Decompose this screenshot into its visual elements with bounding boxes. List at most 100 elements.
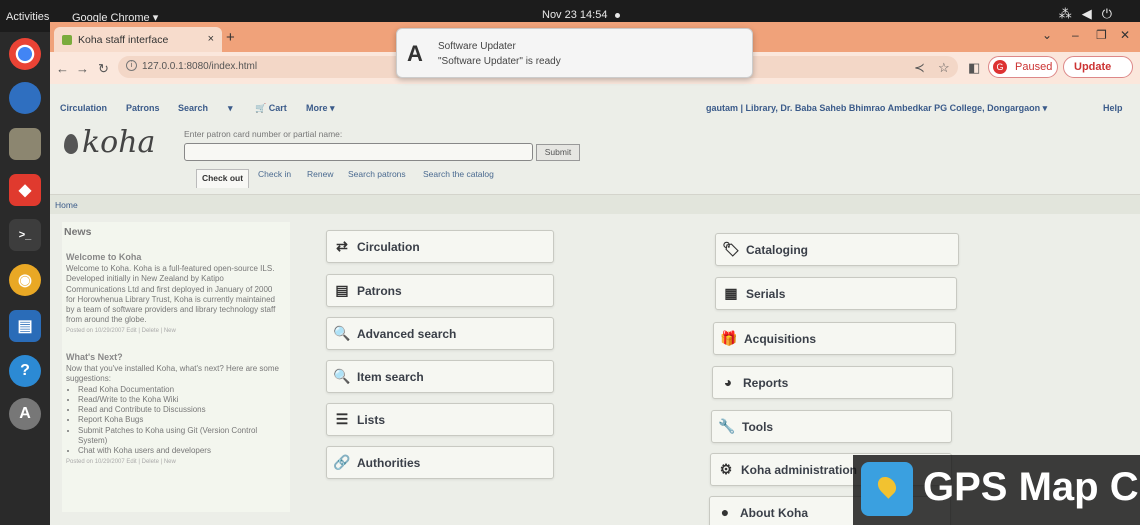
news-body: Welcome to Koha. Koha is a full-featured… xyxy=(66,264,276,325)
activities-button[interactable]: Activities xyxy=(6,11,49,23)
suggestion-list: Read Koha Documentation Read/Write to th… xyxy=(78,385,280,457)
module-label: Acquisitions xyxy=(744,332,817,346)
help-link[interactable]: Help xyxy=(1103,103,1123,113)
module-item-search[interactable]: 🔍 Item search xyxy=(326,360,554,393)
files-icon[interactable] xyxy=(9,128,41,160)
module-circulation[interactable]: ⇄ Circulation xyxy=(326,230,554,263)
clock[interactable]: Nov 23 14:54 xyxy=(542,9,621,21)
update-button[interactable]: Update xyxy=(1063,56,1133,78)
software-updater-icon[interactable]: A xyxy=(9,398,41,430)
tab-search-icon[interactable]: ⌄ xyxy=(1042,28,1052,42)
share-icon[interactable]: ≺ xyxy=(914,60,925,76)
module-serials[interactable]: ▦ Serials xyxy=(715,277,957,310)
news-panel: News Welcome to Koha Welcome to Koha. Ko… xyxy=(62,222,290,512)
minimize-icon[interactable]: – xyxy=(1072,28,1079,42)
side-panel-icon[interactable]: ◧ xyxy=(968,60,980,76)
wrench-icon: 🔧 xyxy=(718,418,736,434)
tab-check-out[interactable]: Check out xyxy=(196,169,249,188)
module-cataloging[interactable]: 🏷 Cataloging xyxy=(715,233,959,266)
chrome-icon[interactable] xyxy=(9,38,41,70)
tab-koha[interactable]: Koha staff interface × xyxy=(54,27,222,52)
gears-icon: ⚙ xyxy=(719,461,733,477)
news-title: Welcome to Koha xyxy=(66,252,142,262)
gift-icon: 🎁 xyxy=(720,330,738,346)
koha-logo[interactable]: koha xyxy=(64,125,155,160)
module-label: Advanced search xyxy=(357,327,457,341)
site-info-icon[interactable]: i xyxy=(126,60,137,71)
suggestion-link[interactable]: Read and Contribute to Discussions xyxy=(78,405,280,415)
suggestion-link[interactable]: Read Koha Documentation xyxy=(78,385,280,395)
reload-icon[interactable]: ↻ xyxy=(98,61,109,77)
module-label: Lists xyxy=(357,413,386,427)
suggestion-link[interactable]: Report Koha Bugs xyxy=(78,415,280,425)
nav-search[interactable]: Search xyxy=(178,103,208,113)
news-posted[interactable]: Posted on 10/29/2007 Edit | Delete | New xyxy=(66,459,280,465)
module-advanced-search[interactable]: 🔍 Advanced search xyxy=(326,317,554,350)
system-tray[interactable]: ⁂◀⏻ xyxy=(1059,6,1122,22)
nav-circulation[interactable]: Circulation xyxy=(60,103,107,113)
module-label: About Koha xyxy=(740,506,808,520)
module-label: Patrons xyxy=(357,284,402,298)
breadcrumb[interactable]: Home xyxy=(55,200,78,210)
module-lists[interactable]: ☰ Lists xyxy=(326,403,554,436)
tab-check-in[interactable]: Check in xyxy=(258,169,291,179)
software-updater-notification[interactable]: A Software Updater "Software Updater" is… xyxy=(396,28,753,78)
new-tab-button[interactable]: + xyxy=(226,29,235,46)
link-icon: 🔗 xyxy=(333,454,351,470)
chrome-window: Koha staff interface × + ⌄ – ❐ ✕ ← → ↻ i… xyxy=(50,22,1140,525)
forward-icon[interactable]: → xyxy=(76,61,89,76)
news-item: What's Next? Now that you've installed K… xyxy=(66,352,280,465)
search-icon: 🔍 xyxy=(333,325,351,341)
news-title: What's Next? xyxy=(66,352,123,362)
close-tab-icon[interactable]: × xyxy=(208,33,214,45)
module-label: Tools xyxy=(742,420,774,434)
patron-card-input[interactable] xyxy=(184,143,533,161)
nav-cart[interactable]: 🛒 Cart xyxy=(255,103,287,114)
restore-icon[interactable]: ❐ xyxy=(1096,28,1107,42)
dock: ◆ >_ ◉ ▤ ? A xyxy=(0,32,50,525)
koha-favicon-icon xyxy=(62,35,72,45)
power-icon: ⏻ xyxy=(1101,6,1122,21)
module-patrons[interactable]: ▤ Patrons xyxy=(326,274,554,307)
network-icon: ⁂ xyxy=(1058,6,1082,21)
tab-search-patrons[interactable]: Search patrons xyxy=(348,169,406,179)
module-acquisitions[interactable]: 🎁 Acquisitions xyxy=(713,322,956,355)
news-item: Welcome to Koha Welcome to Koha. Koha is… xyxy=(66,252,280,334)
help-icon[interactable]: ? xyxy=(9,355,41,387)
suggestion-link[interactable]: Chat with Koha users and developers xyxy=(78,446,280,456)
suggestion-link[interactable]: Read/Write to the Koha Wiki xyxy=(78,395,280,405)
pie-chart-icon: ◕ xyxy=(723,374,733,390)
profile-button[interactable]: G Paused xyxy=(988,56,1058,78)
tab-search-catalog[interactable]: Search the catalog xyxy=(423,169,494,179)
module-label: Circulation xyxy=(357,240,420,254)
nav-search-dropdown[interactable]: ▾ xyxy=(228,103,233,114)
module-authorities[interactable]: 🔗 Authorities xyxy=(326,446,554,479)
user-library-menu[interactable]: gautam | Library, Dr. Baba Saheb Bhimrao… xyxy=(706,103,1047,114)
module-tools[interactable]: 🔧 Tools xyxy=(711,410,952,443)
writer-icon[interactable]: ▤ xyxy=(9,310,41,342)
terminal-icon[interactable]: >_ xyxy=(9,219,41,251)
rhythmbox-icon[interactable]: ◉ xyxy=(9,264,41,296)
watermark-text: GPS Map C xyxy=(923,465,1139,509)
koha-leaf-icon: ● xyxy=(720,504,730,520)
suggestion-link[interactable]: Submit Patches to Koha using Git (Versio… xyxy=(78,426,280,447)
thunderbird-icon[interactable] xyxy=(9,82,41,114)
nav-patrons[interactable]: Patrons xyxy=(126,103,160,113)
module-reports[interactable]: ◕ Reports xyxy=(712,366,953,399)
back-icon[interactable]: ← xyxy=(56,61,69,76)
koha-nav-bar: Circulation Patrons Search ▾ 🛒 Cart More… xyxy=(50,100,1140,118)
module-label: Item search xyxy=(357,370,424,384)
submit-button[interactable]: Submit xyxy=(536,144,580,161)
tag-icon: 🏷 xyxy=(722,241,740,257)
notification-title: Software Updater xyxy=(438,41,516,52)
gps-map-camera-watermark: GPS Map C xyxy=(853,455,1140,525)
news-posted[interactable]: Posted on 10/29/2007 Edit | Delete | New xyxy=(66,328,280,334)
nav-more[interactable]: More ▾ xyxy=(306,103,335,114)
software-updater-icon: A xyxy=(407,41,423,66)
notification-body: "Software Updater" is ready xyxy=(438,56,561,67)
anydesk-icon[interactable]: ◆ xyxy=(9,174,41,206)
tab-renew[interactable]: Renew xyxy=(307,169,333,179)
bookmark-star-icon[interactable]: ☆ xyxy=(938,60,950,76)
close-window-icon[interactable]: ✕ xyxy=(1120,28,1130,42)
id-card-icon: ▤ xyxy=(335,282,349,298)
